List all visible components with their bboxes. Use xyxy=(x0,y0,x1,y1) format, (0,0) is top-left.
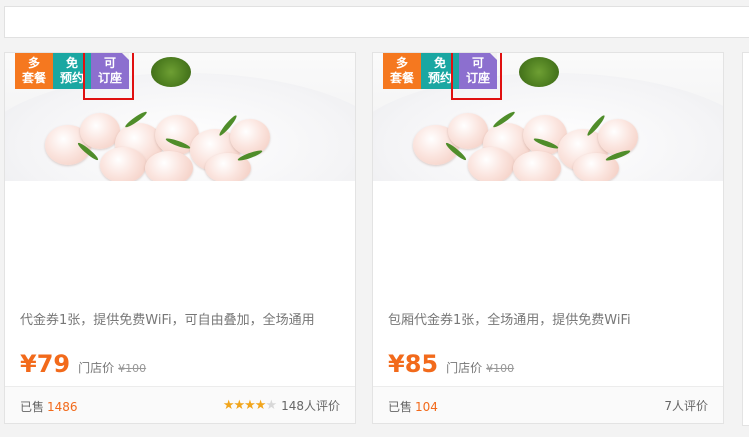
deal-card[interactable]: 多套餐 免预约 可订座 包厢代金券1张，全场通用，提供免费WiFi ¥85 门店… xyxy=(372,52,724,424)
review-count[interactable]: 7人评价 xyxy=(664,397,708,414)
original-price: ¥100 xyxy=(486,362,515,375)
sold-count: 1486 xyxy=(47,400,78,414)
highlight-box xyxy=(451,53,502,100)
store-price-label: 门店价 xyxy=(78,361,115,375)
deal-price: ¥85 xyxy=(388,350,439,378)
deal-card-partial[interactable] xyxy=(742,52,749,426)
sold-count: 104 xyxy=(415,400,438,414)
deal-description[interactable]: 代金券1张，提供免费WiFi，可自由叠加，全场通用 xyxy=(20,309,350,328)
sold-info: 已售 104 xyxy=(388,398,438,415)
deal-photo[interactable]: 多套餐 免预约 可订座 xyxy=(373,53,723,181)
price-row: ¥79 门店价 ¥100 xyxy=(20,350,146,378)
card-footer: 已售 104 7人评价 xyxy=(373,386,723,423)
deal-price: ¥79 xyxy=(20,350,71,378)
sold-label: 已售 xyxy=(388,400,413,414)
deal-description[interactable]: 包厢代金券1张，全场通用，提供免费WiFi xyxy=(388,309,718,328)
sold-info: 已售 1486 xyxy=(20,398,78,415)
review-count[interactable]: 148人评价 xyxy=(281,397,340,414)
rating[interactable]: ★★★★★ 148人评价 xyxy=(223,397,340,414)
deal-photo[interactable]: 多套餐 免预约 可订座 xyxy=(5,53,355,181)
price-row: ¥85 门店价 ¥100 xyxy=(388,350,514,378)
deal-card[interactable]: 多套餐 免预约 可订座 代金券1张，提供免费WiFi，可自由叠加，全场通用 ¥7… xyxy=(4,52,356,424)
store-price-label: 门店价 xyxy=(446,361,483,375)
badge-multi-package: 多套餐 xyxy=(15,53,53,89)
highlight-box xyxy=(83,53,134,100)
rating[interactable]: 7人评价 xyxy=(664,397,708,414)
badge-multi-package: 多套餐 xyxy=(383,53,421,89)
original-price: ¥100 xyxy=(118,362,147,375)
top-search-bar[interactable] xyxy=(4,6,749,38)
card-footer: 已售 1486 ★★★★★ 148人评价 xyxy=(5,386,355,423)
star-rating-icon: ★★★★★ xyxy=(222,398,277,413)
sold-label: 已售 xyxy=(20,400,45,414)
